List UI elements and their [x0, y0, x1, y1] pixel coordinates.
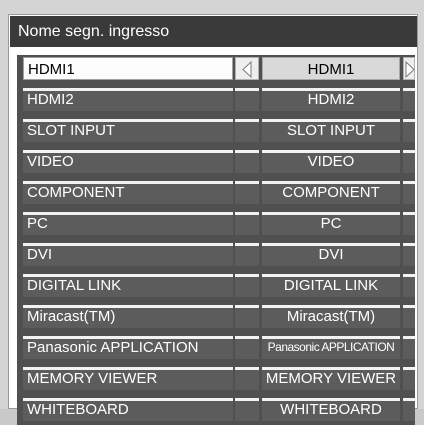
row-divider [235, 367, 259, 390]
menu-row-slot-input[interactable]: SLOT INPUT SLOT INPUT [17, 119, 415, 142]
row-divider [403, 336, 415, 359]
menu-row-hdmi2[interactable]: HDMI2 HDMI2 [17, 88, 415, 111]
row-divider [235, 212, 259, 235]
row-label: HDMI2 [23, 88, 233, 111]
row-label: Panasonic APPLICATION [23, 336, 233, 359]
menu-list: HDMI1 HDMI1 HDMI2 HDMI2 SLOT INPUT SLOT … [17, 55, 415, 425]
row-value-field[interactable]: Miracast(TM) [262, 305, 400, 328]
row-divider [235, 119, 259, 142]
row-divider [235, 274, 259, 297]
row-label: DIGITAL LINK [23, 274, 233, 297]
row-label: MEMORY VIEWER [23, 367, 233, 390]
menu-row-component[interactable]: COMPONENT COMPONENT [17, 181, 415, 204]
row-divider [235, 305, 259, 328]
menu-row-dvi[interactable]: DVI DVI [17, 243, 415, 266]
row-divider [403, 181, 415, 204]
row-value-field[interactable]: COMPONENT [262, 181, 400, 204]
row-divider [403, 212, 415, 235]
row-label: WHITEBOARD [23, 398, 233, 421]
menu-title: Nome segn. ingresso [10, 16, 417, 47]
row-label: HDMI1 [23, 57, 233, 80]
menu-row-memory-viewer[interactable]: MEMORY VIEWER MEMORY VIEWER [17, 367, 415, 390]
menu-frame: Nome segn. ingresso HDMI1 HDMI1 HDMI2 HD… [8, 14, 418, 425]
menu-row-pc[interactable]: PC PC [17, 212, 415, 235]
row-divider [235, 88, 259, 111]
triangle-left-icon[interactable] [235, 57, 259, 80]
row-divider [403, 305, 415, 328]
row-value-field[interactable]: HDMI2 [262, 88, 400, 111]
row-divider [403, 119, 415, 142]
row-value-field[interactable]: SLOT INPUT [262, 119, 400, 142]
row-divider [403, 274, 415, 297]
menu-row-whiteboard[interactable]: WHITEBOARD WHITEBOARD [17, 398, 415, 421]
row-divider [403, 243, 415, 266]
menu-row-panasonic-application[interactable]: Panasonic APPLICATION Panasonic APPLICAT… [17, 336, 415, 359]
triangle-right-icon[interactable] [403, 57, 415, 80]
menu-row-miracast[interactable]: Miracast(TM) Miracast(TM) [17, 305, 415, 328]
row-divider [403, 398, 415, 421]
menu-row-video[interactable]: VIDEO VIDEO [17, 150, 415, 173]
row-label: COMPONENT [23, 181, 233, 204]
row-value-field[interactable]: MEMORY VIEWER [262, 367, 400, 390]
row-divider [403, 150, 415, 173]
row-value-field[interactable]: DIGITAL LINK [262, 274, 400, 297]
input-label-menu: Nome segn. ingresso HDMI1 HDMI1 HDMI2 HD… [0, 0, 424, 425]
row-divider [235, 150, 259, 173]
menu-row-hdmi1[interactable]: HDMI1 HDMI1 [17, 57, 415, 80]
menu-row-digital-link[interactable]: DIGITAL LINK DIGITAL LINK [17, 274, 415, 297]
row-divider [403, 88, 415, 111]
row-value-field[interactable]: WHITEBOARD [262, 398, 400, 421]
row-value-field[interactable]: DVI [262, 243, 400, 266]
row-label: Miracast(TM) [23, 305, 233, 328]
row-value-field[interactable]: Panasonic APPLICATION [262, 336, 400, 359]
row-divider [235, 181, 259, 204]
row-label: DVI [23, 243, 233, 266]
row-value-field[interactable]: HDMI1 [262, 57, 400, 80]
row-divider [235, 243, 259, 266]
row-divider [235, 336, 259, 359]
row-divider [403, 367, 415, 390]
row-divider [235, 398, 259, 421]
row-value-field[interactable]: VIDEO [262, 150, 400, 173]
row-label: SLOT INPUT [23, 119, 233, 142]
row-label: PC [23, 212, 233, 235]
row-label: VIDEO [23, 150, 233, 173]
row-value-field[interactable]: PC [262, 212, 400, 235]
